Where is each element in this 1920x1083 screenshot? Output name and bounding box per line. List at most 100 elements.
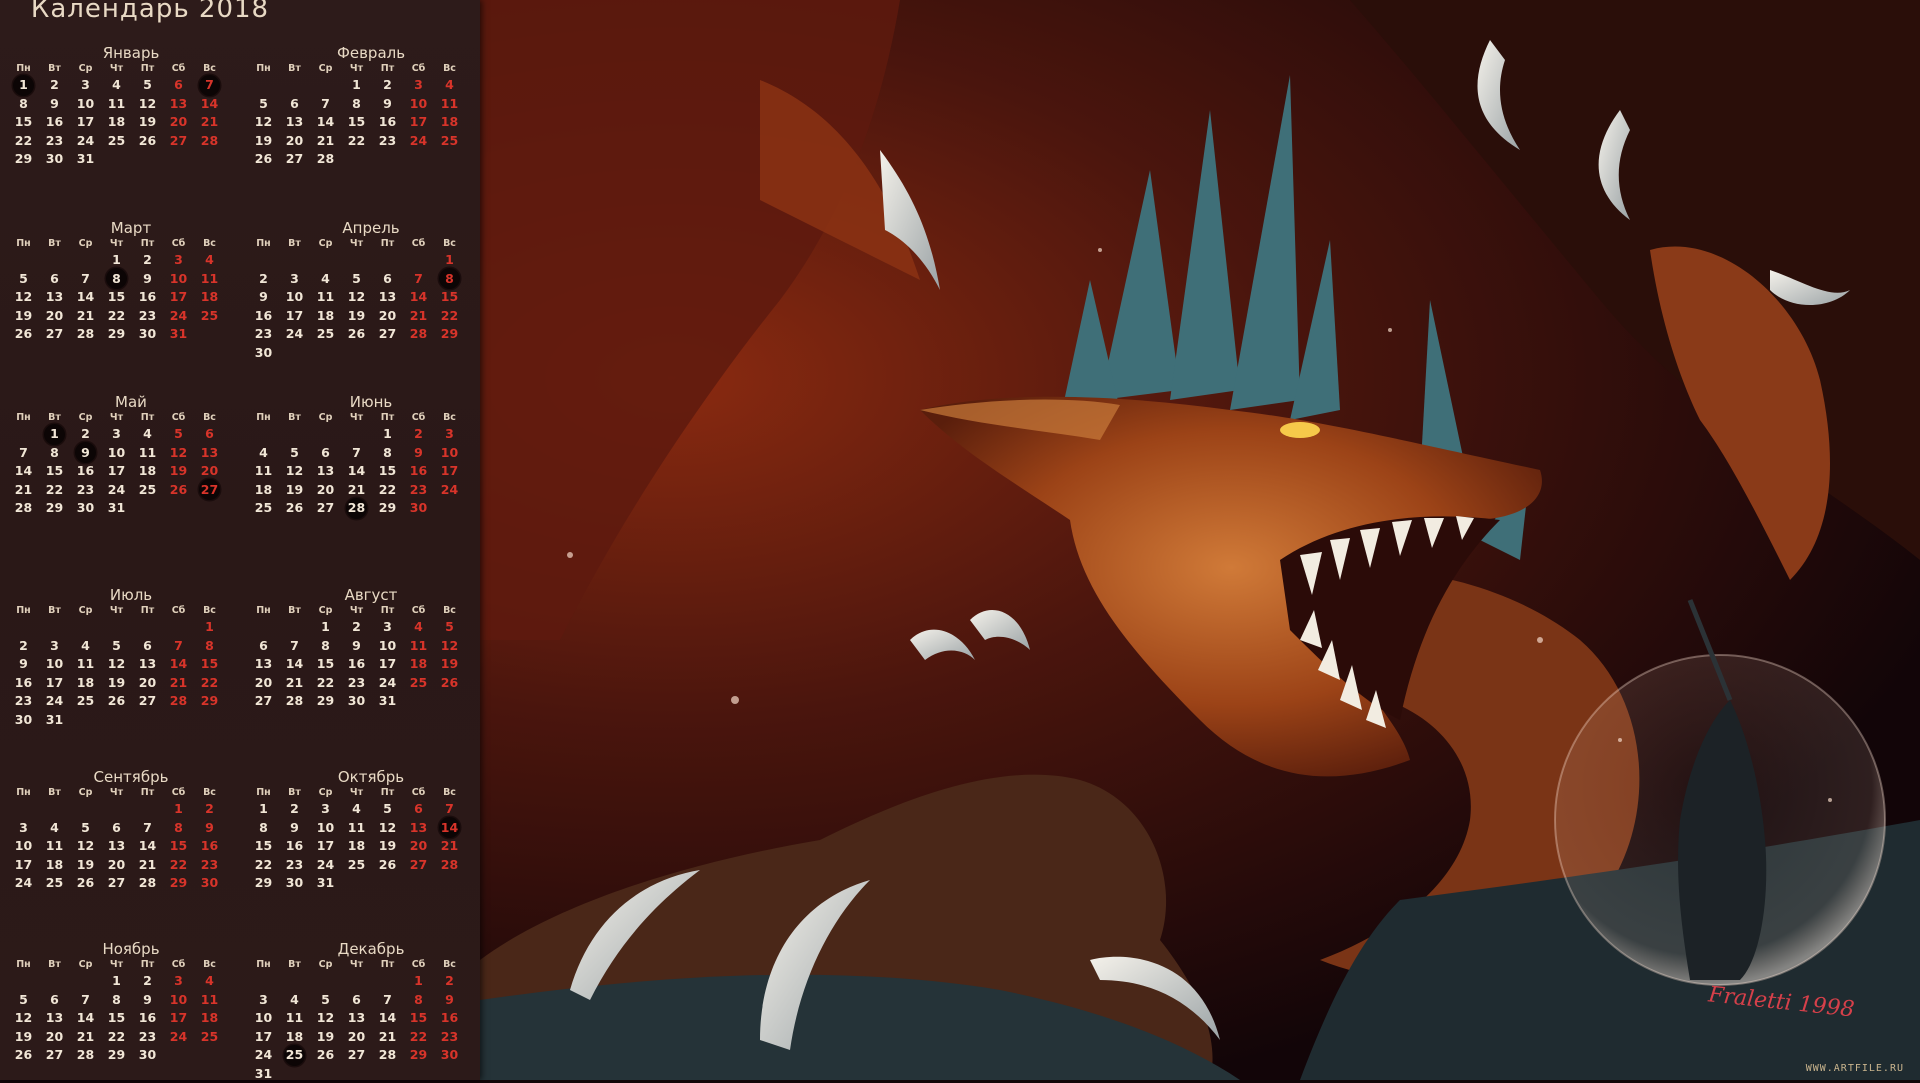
watermark: WWW.ARTFILE.RU <box>1806 1063 1904 1074</box>
day-cell: 2 <box>341 618 372 637</box>
empty-cell <box>194 150 225 169</box>
weekday-label: Сб <box>403 237 434 251</box>
day-cell: 3 <box>163 972 194 991</box>
empty-cell <box>279 344 310 363</box>
day-cell: 1 <box>372 425 403 444</box>
weekday-label: Ср <box>310 62 341 76</box>
day-cell: 9 <box>403 444 434 463</box>
week-row: 10111213141516 <box>248 1009 494 1028</box>
day-cell: 5 <box>341 270 372 289</box>
weekday-label: Пт <box>372 958 403 972</box>
week-row: 2345678 <box>8 637 254 656</box>
weekday-label: Чт <box>101 958 132 972</box>
month-name: Ноябрь <box>8 940 254 958</box>
weekday-label: Вс <box>194 237 225 251</box>
week-row: 21222324252627 <box>8 481 254 500</box>
weekday-label: Вс <box>194 604 225 618</box>
day-cell: 18 <box>310 307 341 326</box>
empty-cell <box>310 972 341 991</box>
week-row: 123456 <box>8 425 254 444</box>
day-cell: 21 <box>8 481 39 500</box>
empty-cell <box>163 150 194 169</box>
day-cell: 19 <box>434 655 465 674</box>
day-cell: 12 <box>70 837 101 856</box>
month-block: ОктябрьПнВтСрЧтПтСбВс1234567891011121314… <box>248 768 494 893</box>
day-cell: 12 <box>8 288 39 307</box>
day-cell: 2 <box>279 800 310 819</box>
weekday-label: Пн <box>248 411 279 425</box>
day-cell: 26 <box>8 1046 39 1065</box>
day-cell: 29 <box>372 499 403 518</box>
week-row: 2627282930 <box>8 1046 254 1065</box>
day-cell: 26 <box>279 499 310 518</box>
empty-cell <box>372 1065 403 1083</box>
empty-cell <box>39 972 70 991</box>
day-cell: 11 <box>279 1009 310 1028</box>
empty-cell <box>279 76 310 95</box>
week-row: 262728293031 <box>8 325 254 344</box>
day-cell: 16 <box>248 307 279 326</box>
empty-cell <box>8 800 39 819</box>
day-cell: 14 <box>194 95 225 114</box>
empty-cell <box>132 150 163 169</box>
weekday-header: ПнВтСрЧтПтСбВс <box>248 62 494 76</box>
day-cell: 28 <box>194 132 225 151</box>
day-cell: 5 <box>372 800 403 819</box>
weekday-label: Пт <box>372 604 403 618</box>
day-cell: 27 <box>310 499 341 518</box>
day-cell: 10 <box>279 288 310 307</box>
weekday-label: Сб <box>163 237 194 251</box>
day-cell: 11 <box>194 991 225 1010</box>
day-cell: 9 <box>434 991 465 1010</box>
week-row: 31 <box>248 1065 494 1083</box>
weekday-label: Чт <box>101 786 132 800</box>
week-row: 1234567 <box>248 800 494 819</box>
day-cell: 15 <box>101 288 132 307</box>
weekday-label: Вт <box>39 411 70 425</box>
empty-cell <box>310 425 341 444</box>
empty-cell <box>70 711 101 730</box>
empty-cell <box>70 251 101 270</box>
week-row: 891011121314 <box>248 819 494 838</box>
empty-cell <box>279 425 310 444</box>
day-cell: 26 <box>8 325 39 344</box>
day-cell: 30 <box>39 150 70 169</box>
day-cell: 30 <box>8 711 39 730</box>
empty-cell <box>8 425 39 444</box>
weekday-label: Вс <box>434 958 465 972</box>
day-cell: 20 <box>279 132 310 151</box>
day-cell: 28 <box>403 325 434 344</box>
week-row: 78910111213 <box>8 444 254 463</box>
day-cell: 26 <box>132 132 163 151</box>
day-cell: 29 <box>434 325 465 344</box>
day-cell: 18 <box>132 462 163 481</box>
day-cell: 4 <box>101 76 132 95</box>
day-cell: 17 <box>372 655 403 674</box>
month-name: Июль <box>8 586 254 604</box>
day-cell: 19 <box>132 113 163 132</box>
weekday-label: Чт <box>101 237 132 251</box>
month-name: Январь <box>8 44 254 62</box>
day-cell: 24 <box>163 1028 194 1047</box>
day-cell: 17 <box>434 462 465 481</box>
week-row: 1234 <box>248 76 494 95</box>
day-cell: 8 <box>163 819 194 838</box>
day-cell: 8 <box>39 444 70 463</box>
day-cell: 24 <box>372 674 403 693</box>
weekday-label: Чт <box>341 237 372 251</box>
day-cell: 20 <box>163 113 194 132</box>
day-cell: 27 <box>194 481 225 500</box>
day-cell: 6 <box>372 270 403 289</box>
month-name: Декабрь <box>248 940 494 958</box>
day-cell: 12 <box>434 637 465 656</box>
day-cell: 21 <box>279 674 310 693</box>
day-cell: 6 <box>279 95 310 114</box>
week-row: 12345 <box>248 618 494 637</box>
day-cell: 17 <box>403 113 434 132</box>
day-cell: 4 <box>403 618 434 637</box>
empty-cell <box>70 972 101 991</box>
weekday-header: ПнВтСрЧтПтСбВс <box>248 604 494 618</box>
day-cell: 7 <box>434 800 465 819</box>
day-cell: 15 <box>434 288 465 307</box>
week-row: 14151617181920 <box>8 462 254 481</box>
